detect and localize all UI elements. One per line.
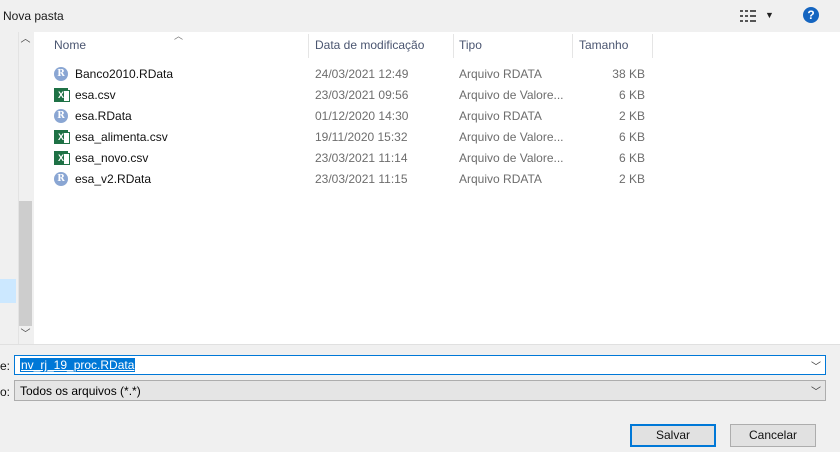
file-size: 2 KB — [618, 172, 645, 186]
file-size: 2 KB — [618, 109, 645, 123]
file-type: Arquivo de Valore... — [459, 130, 564, 144]
file-modified: 01/12/2020 14:30 — [315, 109, 409, 123]
file-type: Arquivo de Valore... — [459, 88, 564, 102]
r-file-icon: R — [54, 109, 68, 123]
file-modified: 23/03/2021 09:56 — [315, 88, 409, 102]
file-type: Arquivo RDATA — [459, 109, 542, 123]
column-header-name[interactable]: Nome — [54, 32, 304, 58]
file-modified: 23/03/2021 11:15 — [315, 172, 408, 186]
r-file-icon: R — [54, 67, 68, 81]
excel-file-icon: X — [54, 130, 70, 144]
chevron-down-icon[interactable]: ﹀ — [811, 383, 821, 398]
filetype-label: o: — [0, 385, 11, 399]
file-row[interactable]: Resa_v2.RData 23/03/2021 11:15 Arquivo RDA… — [34, 169, 840, 190]
cancel-button[interactable]: Cancelar — [730, 424, 816, 447]
scroll-down-icon[interactable]: ﹀ — [18, 328, 33, 342]
file-name: Banco2010.RData — [75, 67, 174, 81]
view-options-button[interactable]: ▼ — [738, 9, 776, 25]
column-divider[interactable] — [652, 34, 653, 58]
file-modified: 23/03/2021 11:14 — [315, 151, 408, 165]
filename-label: e: — [0, 359, 11, 373]
column-divider[interactable] — [453, 34, 454, 58]
file-row[interactable]: Xesa.csv 23/03/2021 09:56 Arquivo de Valor… — [34, 85, 840, 106]
chevron-down-icon: ▼ — [765, 10, 774, 20]
column-header-type[interactable]: Tipo — [459, 32, 569, 58]
file-name: esa.csv — [75, 88, 116, 102]
filename-value[interactable]: nv_rj_19_proc.RData — [20, 358, 136, 372]
navigation-selected-item[interactable] — [0, 279, 16, 303]
chevron-down-icon[interactable]: ﹀ — [811, 358, 821, 373]
save-form: e: nv_rj_19_proc.RData ﹀ o: Todos os arq… — [0, 344, 840, 452]
file-type: Arquivo RDATA — [459, 172, 542, 186]
file-size: 6 KB — [618, 151, 645, 165]
column-divider[interactable] — [572, 34, 573, 58]
column-divider[interactable] — [308, 34, 309, 58]
file-row[interactable]: R Banco2010.RData 24/03/2021 12:49 Arquivo … — [34, 64, 840, 85]
file-size: 38 KB — [612, 67, 645, 81]
new-folder-button[interactable]: Nova pasta — [3, 9, 64, 23]
view-options-icon — [740, 10, 756, 22]
filetype-value: Todos os arquivos (*.*) — [20, 384, 141, 398]
file-size: 6 KB — [618, 88, 645, 102]
toolbar: Nova pasta ▼ ? — [0, 0, 840, 32]
excel-file-icon: X — [54, 88, 70, 102]
excel-file-icon: X — [54, 151, 70, 165]
filetype-select[interactable]: Todos os arquivos (*.*) ﹀ — [14, 380, 826, 401]
file-type: Arquivo RDATA — [459, 67, 542, 81]
filename-input[interactable]: nv_rj_19_proc.RData ﹀ — [14, 355, 826, 375]
scroll-up-icon[interactable]: ︿ — [18, 33, 33, 47]
file-name: esa_novo.csv — [75, 151, 149, 165]
file-name: esa_v2.RData — [75, 172, 152, 186]
scrollbar-thumb[interactable] — [19, 201, 32, 326]
help-button[interactable]: ? — [803, 7, 819, 23]
file-modified: 24/03/2021 12:49 — [315, 67, 409, 81]
file-list[interactable]: ︿ Nome Data de modificação Tipo Tamanho … — [34, 31, 840, 344]
column-header-modified[interactable]: Data de modificação — [315, 32, 450, 58]
file-row[interactable]: Xesa_novo.csv 23/03/2021 11:14 Arquivo de … — [34, 148, 840, 169]
file-size: 6 KB — [618, 130, 645, 144]
column-header-size[interactable]: Tamanho — [579, 32, 649, 58]
file-row[interactable]: Xesa_alimenta.csv 19/11/2020 15:32 Arquivo… — [34, 127, 840, 148]
file-row[interactable]: Resa.RData 01/12/2020 14:30 Arquivo RDATA 2… — [34, 106, 840, 127]
save-button[interactable]: Salvar — [630, 424, 716, 447]
file-name: esa.RData — [75, 109, 132, 123]
file-name: esa_alimenta.csv — [75, 130, 168, 144]
r-file-icon: R — [54, 172, 68, 186]
file-type: Arquivo de Valore... — [459, 151, 564, 165]
file-modified: 19/11/2020 15:32 — [315, 130, 408, 144]
